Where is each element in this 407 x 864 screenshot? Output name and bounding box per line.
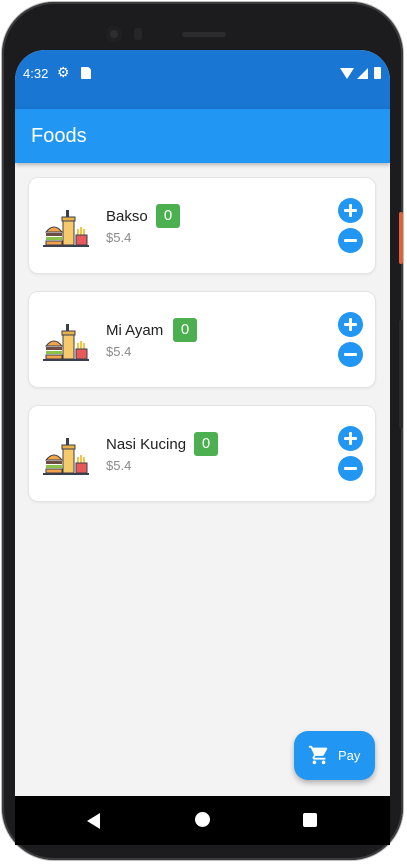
- gear-icon: ⚙: [57, 64, 70, 80]
- remove-button[interactable]: [338, 456, 363, 481]
- food-list: Bakso 0 $5.4 Mi Ayam 0 $5.4 Nasi Kucing …: [28, 177, 376, 519]
- sensor: [134, 28, 142, 40]
- cart-icon: [308, 745, 328, 765]
- add-button[interactable]: [338, 312, 363, 337]
- sd-card-icon: [81, 67, 91, 79]
- plus-icon-stroke: [349, 204, 352, 217]
- food-card: Bakso 0 $5.4: [28, 177, 376, 274]
- recents-icon[interactable]: [303, 813, 317, 827]
- minus-icon: [344, 353, 357, 356]
- food-name: Nasi Kucing: [106, 436, 187, 453]
- minus-icon: [344, 239, 357, 242]
- plus-icon-stroke: [349, 318, 352, 331]
- battery-icon: [374, 67, 381, 79]
- remove-button[interactable]: [338, 228, 363, 253]
- quantity-badge: 0: [194, 432, 218, 456]
- food-name: Mi Ayam: [106, 322, 164, 339]
- system-nav-bar: [15, 796, 390, 845]
- app-bar: Foods: [15, 109, 390, 163]
- speaker: [182, 32, 226, 37]
- plus-icon-stroke: [349, 432, 352, 445]
- home-icon[interactable]: [195, 812, 210, 827]
- remove-button[interactable]: [338, 342, 363, 367]
- pay-label: Pay: [338, 748, 361, 763]
- pay-button[interactable]: Pay: [294, 731, 375, 780]
- add-button[interactable]: [338, 198, 363, 223]
- wifi-icon: [340, 68, 354, 79]
- food-price: $5.4: [106, 230, 132, 245]
- fast-food-icon: [43, 324, 89, 361]
- page-title: Foods: [31, 125, 87, 147]
- status-time: 4:32: [23, 66, 49, 81]
- power-button: [399, 212, 403, 264]
- back-icon[interactable]: [87, 813, 100, 829]
- food-name: Bakso: [106, 208, 148, 225]
- minus-icon: [344, 467, 357, 470]
- quantity-badge: 0: [173, 318, 197, 342]
- status-bar: 4:32 ⚙: [15, 50, 390, 109]
- food-price: $5.4: [106, 344, 132, 359]
- quantity-badge: 0: [156, 204, 180, 228]
- fast-food-icon: [43, 438, 89, 475]
- food-card: Nasi Kucing 0 $5.4: [28, 405, 376, 502]
- volume-button: [399, 320, 403, 428]
- camera: [106, 26, 122, 42]
- food-price: $5.4: [106, 458, 132, 473]
- food-card: Mi Ayam 0 $5.4: [28, 291, 376, 388]
- signal-icon: [357, 68, 368, 79]
- screen: 4:32 ⚙ Foods Bakso 0 $5.4 Mi Ayam 0 $5.4…: [15, 50, 390, 845]
- fast-food-icon: [43, 210, 89, 247]
- add-button[interactable]: [338, 426, 363, 451]
